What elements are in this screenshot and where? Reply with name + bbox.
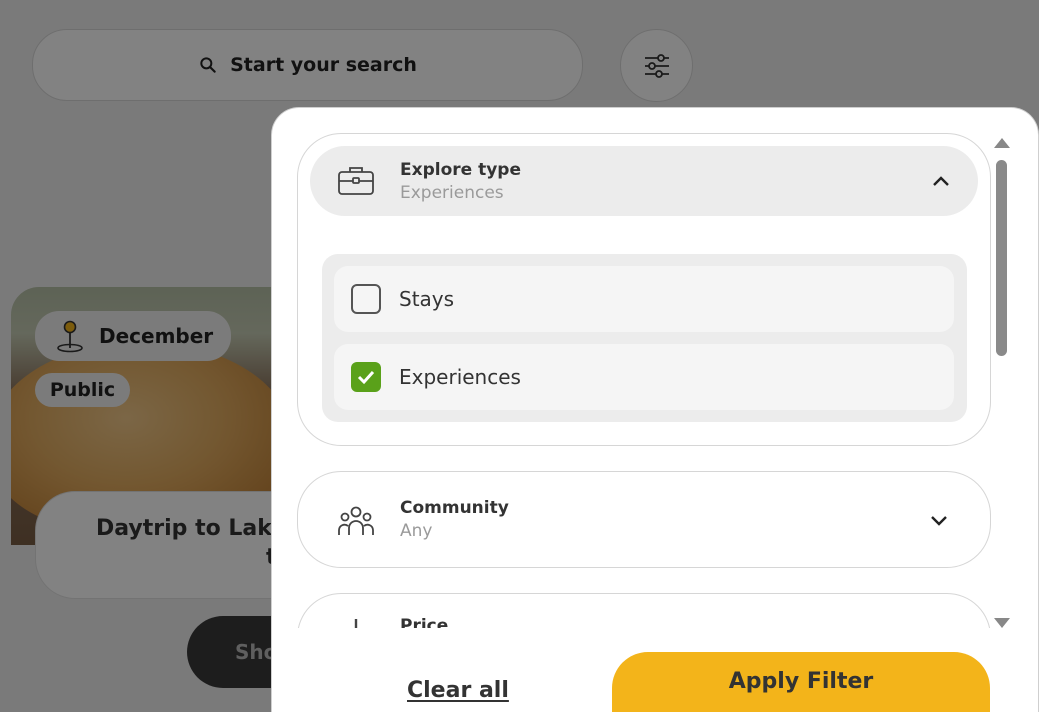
stays-checkbox[interactable] [351,284,381,314]
option-stays[interactable]: Stays [334,266,954,332]
filter-panel: Explore type Experiences Stays Experienc… [271,107,1039,712]
price-title: Price [400,616,449,628]
scroll-down-arrow-icon[interactable] [994,618,1010,628]
price-header[interactable]: Price [298,594,990,628]
filter-scroll-area[interactable]: Explore type Experiences Stays Experienc… [272,108,1000,628]
people-icon [336,500,376,540]
plus-icon [336,610,376,628]
chevron-down-icon [931,515,947,526]
option-experiences[interactable]: Experiences [334,344,954,410]
price-section: Price [297,593,991,628]
filter-scrollbar[interactable] [992,138,1012,628]
explore-type-value: Experiences [400,182,504,203]
community-header[interactable]: Community Any [298,472,990,567]
option-stays-label: Stays [399,287,455,311]
community-value: Any [400,521,433,541]
community-title: Community [400,498,509,518]
explore-type-options: Stays Experiences [322,254,967,422]
filter-footer: Clear all Apply Filter [272,628,1038,712]
briefcase-icon [336,161,376,201]
scrollbar-thumb[interactable] [996,160,1007,356]
apply-filter-button[interactable]: Apply Filter [612,652,990,712]
explore-type-section: Explore type Experiences Stays Experienc… [297,133,991,446]
explore-type-title: Explore type [400,159,521,180]
experiences-checkbox[interactable] [351,362,381,392]
explore-type-header[interactable]: Explore type Experiences [310,146,978,216]
chevron-up-icon [933,176,949,186]
community-section: Community Any [297,471,991,568]
checkmark-icon [357,370,375,385]
scroll-up-arrow-icon[interactable] [994,138,1010,148]
option-experiences-label: Experiences [399,365,521,389]
clear-all-button[interactable]: Clear all [407,678,509,703]
